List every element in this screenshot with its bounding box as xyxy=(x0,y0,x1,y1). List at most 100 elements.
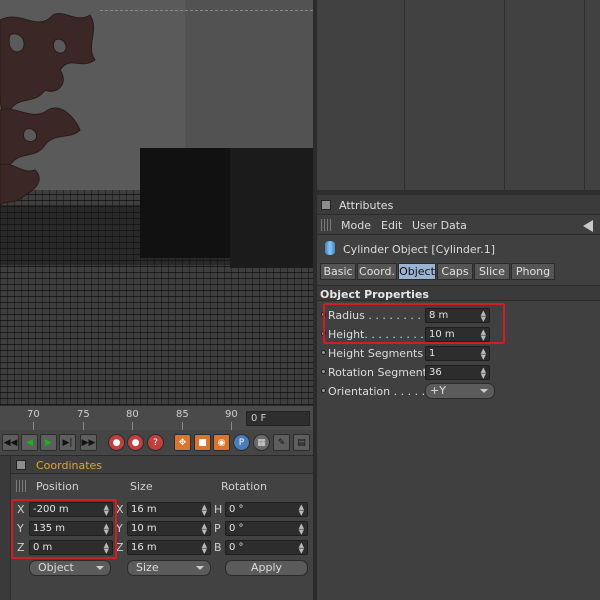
grid-key-icon[interactable]: ▦ xyxy=(253,434,270,451)
orientation-select[interactable]: +Y xyxy=(425,383,495,399)
position-header: Position xyxy=(36,480,79,493)
axis-label-y-size: Y xyxy=(116,522,123,535)
spinner-icon[interactable]: ▲ ▼ xyxy=(104,523,109,536)
height-label: Height. . . . . . . . . . xyxy=(328,328,431,341)
skip-start-icon[interactable]: ◀◀ xyxy=(2,434,19,451)
timeline-ruler[interactable]: 70 75 80 85 90 0 F xyxy=(0,405,313,430)
tab-phong[interactable]: Phong xyxy=(511,263,555,280)
spinner-icon[interactable]: ▲ ▼ xyxy=(481,367,486,380)
object-properties-section[interactable]: Object Properties xyxy=(317,285,600,301)
record-icon[interactable]: ● xyxy=(108,434,125,451)
position-z-field[interactable]: 0 m ▲ ▼ xyxy=(29,540,113,555)
height-field[interactable]: 10 m ▲ ▼ xyxy=(425,327,490,342)
spinner-icon[interactable]: ▲ ▼ xyxy=(299,504,304,517)
position-z-value: 0 m xyxy=(33,542,53,553)
rotation-h-field[interactable]: 0 ° ▲ ▼ xyxy=(225,502,308,517)
step-forward-icon[interactable]: ▶| xyxy=(59,434,76,451)
transport-toolbar: ◀◀ ◀ ▶ ▶| ▶▶ ● ● ? ✥ ■ ◉ P ▦ ✎ ▤ xyxy=(0,430,313,456)
apply-button[interactable]: Apply xyxy=(225,560,308,576)
radius-label: Radius . . . . . . . . . . xyxy=(328,309,435,322)
size-x-field[interactable]: 16 m ▲ ▼ xyxy=(127,502,211,517)
rotation-segments-label: Rotation Segments xyxy=(328,366,433,379)
more-key-icon[interactable]: ▤ xyxy=(293,434,310,451)
position-x-field[interactable]: -200 m ▲ ▼ xyxy=(29,502,113,517)
rotation-b-field[interactable]: 0 ° ▲ ▼ xyxy=(225,540,308,555)
spinner-icon[interactable]: ▲ ▼ xyxy=(202,504,207,517)
axis-label-z: Z xyxy=(17,541,25,554)
move-key-icon[interactable]: ✥ xyxy=(174,434,191,451)
position-x-value: -200 m xyxy=(33,504,69,515)
grip-icon[interactable] xyxy=(321,219,333,231)
object-manager-column-divider xyxy=(404,0,405,190)
coordinates-title: Coordinates xyxy=(36,459,103,472)
menu-edit[interactable]: Edit xyxy=(381,219,402,232)
spinner-icon[interactable]: ▲ ▼ xyxy=(299,523,304,536)
position-y-field[interactable]: 135 m ▲ ▼ xyxy=(29,521,113,536)
timeline-tick xyxy=(83,422,84,430)
tab-basic[interactable]: Basic xyxy=(320,263,356,280)
height-segments-field[interactable]: 1 ▲ ▼ xyxy=(425,346,490,361)
animation-dot-icon[interactable] xyxy=(321,388,326,393)
object-manager-column-divider xyxy=(584,0,585,190)
scale-key-icon[interactable]: ■ xyxy=(194,434,211,451)
size-mode-select[interactable]: Size xyxy=(127,560,211,576)
current-frame-field[interactable]: 0 F xyxy=(246,411,310,426)
timeline-tick xyxy=(182,422,183,430)
grip-icon[interactable] xyxy=(16,480,28,492)
timeline-tick-label: 85 xyxy=(176,409,189,420)
axis-label-p: P xyxy=(214,522,221,535)
size-z-field[interactable]: 16 m ▲ ▼ xyxy=(127,540,211,555)
timeline-tick xyxy=(231,422,232,430)
spinner-icon[interactable]: ▲ ▼ xyxy=(202,523,207,536)
skip-end-icon[interactable]: ▶▶ xyxy=(80,434,97,451)
tab-coord[interactable]: Coord. xyxy=(357,263,397,280)
section-title: Object Properties xyxy=(320,288,429,301)
timeline-tick xyxy=(33,422,34,430)
spinner-icon[interactable]: ▲ ▼ xyxy=(481,310,486,323)
play-forward-icon[interactable]: ▶ xyxy=(40,434,57,451)
panel-toggle-icon[interactable] xyxy=(321,200,331,210)
height-segments-label: Height Segments xyxy=(328,347,424,360)
radius-value: 8 m xyxy=(429,310,449,321)
animation-dot-icon[interactable] xyxy=(321,331,326,336)
size-y-field[interactable]: 10 m ▲ ▼ xyxy=(127,521,211,536)
panel-toggle-icon[interactable] xyxy=(16,460,26,470)
spinner-icon[interactable]: ▲ ▼ xyxy=(104,504,109,517)
size-y-value: 10 m xyxy=(131,523,157,534)
timeline-tick xyxy=(132,422,133,430)
spinner-icon[interactable]: ▲ ▼ xyxy=(299,542,304,555)
coordinate-mode-select[interactable]: Object xyxy=(29,560,111,576)
viewport-tree-silhouette xyxy=(0,12,96,206)
spinner-icon[interactable]: ▲ ▼ xyxy=(481,329,486,342)
height-value: 10 m xyxy=(429,329,455,340)
spinner-icon[interactable]: ▲ ▼ xyxy=(481,348,486,361)
spinner-icon[interactable]: ▲ ▼ xyxy=(202,542,207,555)
attributes-header: Attributes xyxy=(317,195,600,215)
spinner-icon[interactable]: ▲ ▼ xyxy=(104,542,109,555)
chevron-down-icon xyxy=(480,389,488,393)
back-arrow-icon[interactable] xyxy=(583,220,593,232)
animation-dot-icon[interactable] xyxy=(321,369,326,374)
radius-field[interactable]: 8 m ▲ ▼ xyxy=(425,308,490,323)
step-back-icon[interactable]: ◀ xyxy=(21,434,38,451)
rotation-segments-field[interactable]: 36 ▲ ▼ xyxy=(425,365,490,380)
menu-user-data[interactable]: User Data xyxy=(412,219,467,232)
pla-key-icon[interactable]: ✎ xyxy=(273,434,290,451)
timeline-tick-label: 70 xyxy=(27,409,40,420)
rotation-p-field[interactable]: 0 ° ▲ ▼ xyxy=(225,521,308,536)
object-manager[interactable] xyxy=(317,0,600,190)
rotate-key-icon[interactable]: ◉ xyxy=(213,434,230,451)
3d-viewport[interactable] xyxy=(0,0,313,405)
tab-caps[interactable]: Caps xyxy=(437,263,473,280)
autokey-icon[interactable]: ● xyxy=(127,434,144,451)
help-key-icon[interactable]: ? xyxy=(147,434,164,451)
tab-slice[interactable]: Slice xyxy=(474,263,510,280)
position-y-value: 135 m xyxy=(33,523,66,534)
menu-mode[interactable]: Mode xyxy=(341,219,371,232)
animation-dot-icon[interactable] xyxy=(321,312,326,317)
param-key-icon[interactable]: P xyxy=(233,434,250,451)
animation-dot-icon[interactable] xyxy=(321,350,326,355)
rotation-header: Rotation xyxy=(221,480,268,493)
height-segments-value: 1 xyxy=(429,348,436,359)
tab-object[interactable]: Object xyxy=(398,263,436,280)
